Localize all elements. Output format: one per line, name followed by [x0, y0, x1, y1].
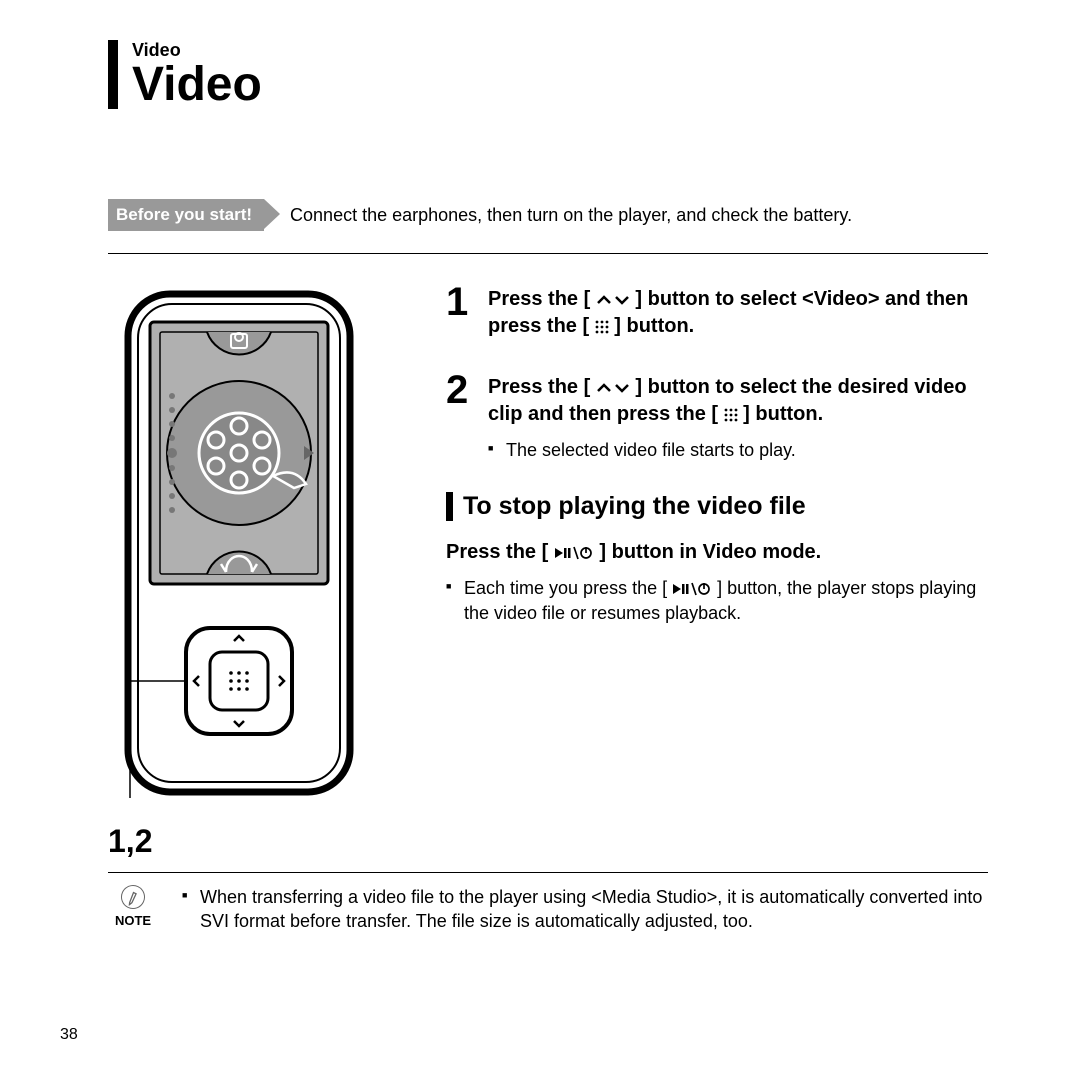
step-1-text: Press the [ ] button to select <Video> a…	[488, 286, 988, 340]
grid-icon	[595, 320, 609, 334]
note-label: NOTE	[108, 913, 158, 928]
play-pause-power-icon	[554, 546, 594, 560]
step-number: 1	[446, 282, 474, 340]
before-you-start-badge: Before you start!	[108, 199, 264, 231]
stop-bullet: Each time you press the [ ] button, the …	[446, 576, 988, 625]
divider	[108, 872, 988, 873]
note-icon	[118, 882, 149, 913]
header-bar: Video Video	[108, 40, 988, 109]
step-2-bullet: The selected video file starts to play.	[488, 438, 988, 462]
callout-label: 1,2	[108, 823, 408, 860]
step-1: 1 Press the [ ] button to select <Video>…	[446, 282, 988, 340]
main-content: 1,2 1 Press the [ ] button to select <Vi…	[108, 282, 988, 860]
note-row: NOTE When transferring a video file to t…	[108, 885, 988, 934]
step-2-text: Press the [ ] button to select the desir…	[488, 374, 988, 428]
page-title: Video	[132, 61, 988, 109]
before-you-start-row: Before you start! Connect the earphones,…	[108, 199, 988, 254]
step-number: 2	[446, 370, 474, 462]
stop-instruction: Press the [ ] button in Video mode.	[446, 539, 988, 566]
up-down-icon	[596, 381, 630, 395]
before-you-start-text: Connect the earphones, then turn on the …	[290, 205, 852, 226]
grid-icon	[724, 408, 738, 422]
subheading-bar: To stop playing the video file	[446, 492, 988, 521]
up-down-icon	[596, 293, 630, 307]
instructions-column: 1 Press the [ ] button to select <Video>…	[446, 282, 988, 625]
device-column: 1,2	[108, 282, 408, 860]
play-pause-power-icon	[672, 582, 712, 596]
step-2: 2 Press the [ ] button to select the des…	[446, 370, 988, 462]
step-list: 1 Press the [ ] button to select <Video>…	[446, 282, 988, 462]
note-text: When transferring a video file to the pl…	[182, 885, 988, 934]
subheading: To stop playing the video file	[463, 492, 988, 521]
page-number: 38	[60, 1026, 78, 1044]
device-illustration	[108, 288, 388, 808]
